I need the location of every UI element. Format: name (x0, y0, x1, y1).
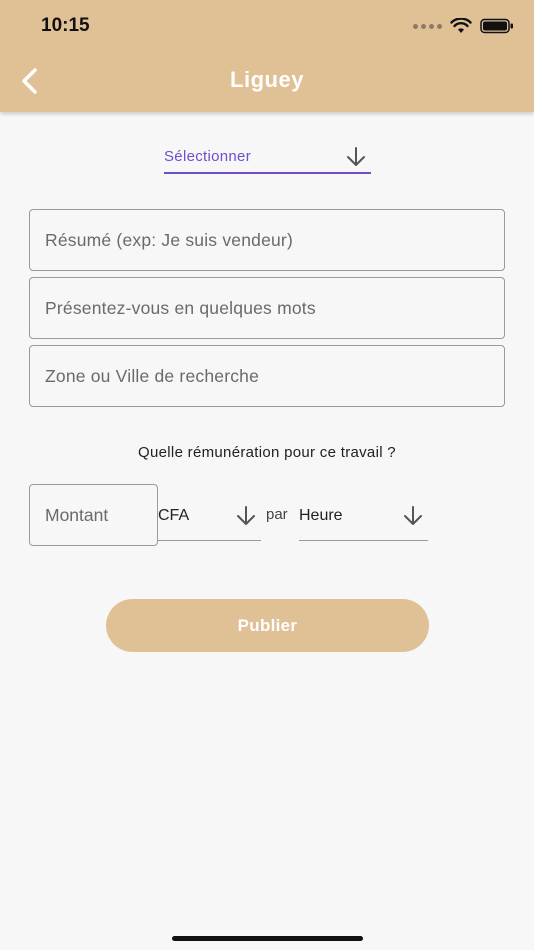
period-select[interactable]: Heure (299, 485, 428, 541)
arrow-down-icon (404, 506, 422, 525)
app-header: 10:15 Liguey (0, 0, 534, 112)
status-time: 10:15 (41, 15, 90, 36)
category-select-label: Sélectionner (164, 148, 251, 165)
arrow-down-icon (347, 147, 365, 166)
zone-placeholder: Zone ou Ville de recherche (45, 365, 260, 386)
category-select[interactable]: Sélectionner (164, 140, 371, 174)
signal-dots-icon (413, 23, 442, 29)
battery-icon (480, 18, 513, 34)
currency-value: CFA (158, 507, 190, 524)
period-value: Heure (299, 507, 343, 524)
amount-placeholder: Montant (45, 504, 109, 525)
presentation-field[interactable]: Présentez-vous en quelques mots (29, 277, 505, 339)
status-icons (413, 16, 514, 36)
wifi-icon (450, 18, 472, 33)
currency-select[interactable]: CFA (158, 485, 261, 541)
publish-button[interactable]: Publier (106, 599, 429, 652)
page-title: Liguey (230, 67, 304, 92)
home-indicator[interactable] (172, 936, 363, 941)
presentation-placeholder: Présentez-vous en quelques mots (45, 297, 316, 318)
resume-field[interactable]: Résumé (exp: Je suis vendeur) (29, 209, 505, 271)
arrow-down-icon (237, 506, 255, 525)
zone-field[interactable]: Zone ou Ville de recherche (29, 345, 505, 407)
per-label: par (266, 506, 288, 523)
amount-field[interactable]: Montant (29, 484, 158, 546)
remuneration-question: Quelle rémunération pour ce travail ? (138, 444, 396, 461)
resume-placeholder: Résumé (exp: Je suis vendeur) (45, 229, 293, 250)
